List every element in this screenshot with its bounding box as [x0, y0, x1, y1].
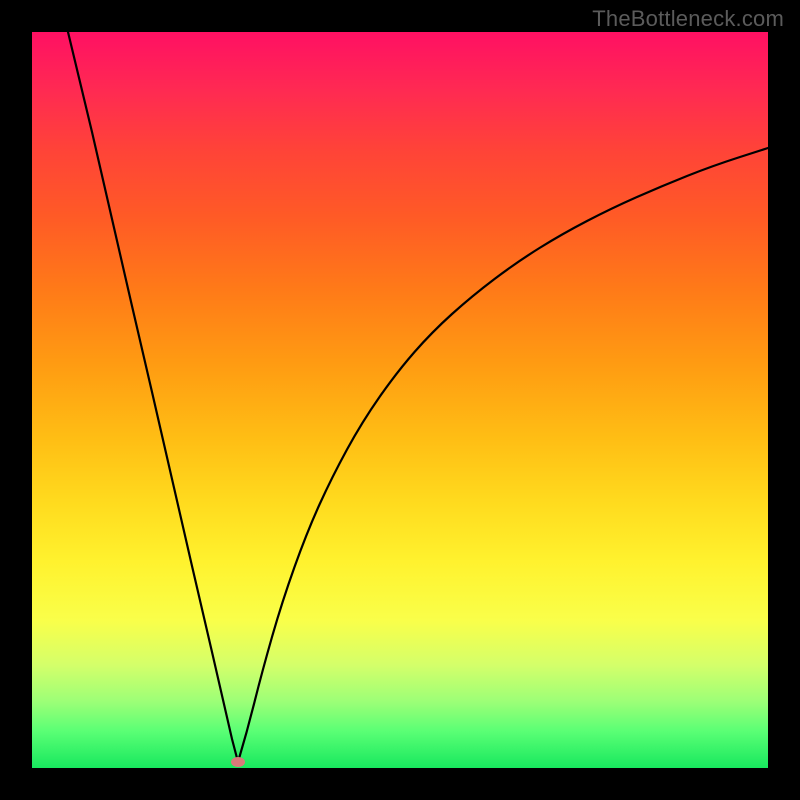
- watermark-text: TheBottleneck.com: [592, 6, 784, 32]
- plot-area: [32, 32, 768, 768]
- bottleneck-point-marker: [231, 757, 245, 767]
- chart-frame: TheBottleneck.com: [0, 0, 800, 800]
- curve-path: [68, 32, 768, 762]
- bottleneck-curve: [32, 32, 768, 768]
